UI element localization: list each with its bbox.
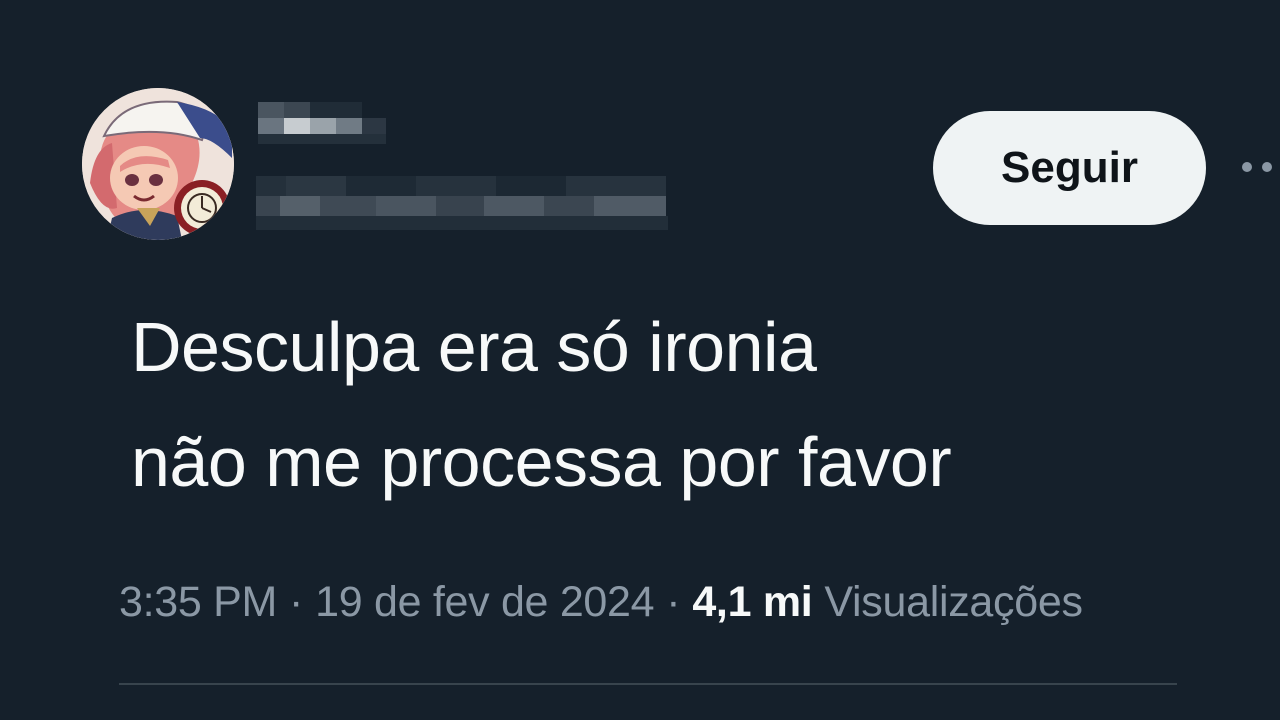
meta-separator: · — [666, 577, 681, 626]
tweet-date[interactable]: 19 de fev de 2024 — [315, 578, 655, 627]
tweet-text-line: Desculpa era só ironia — [131, 308, 817, 386]
views-label: Visualizações — [824, 577, 1083, 626]
more-horizontal-icon[interactable] — [1240, 150, 1280, 184]
tweet-meta: 3:35 PM · 19 de fev de 2024 · 4,1 mi Vis… — [119, 572, 1083, 632]
meta-separator: · — [289, 577, 304, 626]
avatar[interactable] — [82, 88, 234, 240]
avatar-image — [82, 88, 234, 240]
follow-button[interactable]: Seguir — [933, 111, 1206, 225]
tweet-text: Desculpa era só ironia não me processa p… — [131, 290, 1231, 520]
tweet-time[interactable]: 3:35 PM — [119, 578, 277, 627]
views-count: 4,1 mi — [692, 577, 813, 626]
handle-blurred[interactable] — [256, 172, 668, 232]
tweet-text-line: não me processa por favor — [131, 423, 952, 501]
display-name-blurred[interactable] — [256, 100, 386, 146]
divider — [119, 683, 1177, 685]
tweet-card: Seguir Desculpa era só ironia não me pro… — [0, 0, 1280, 720]
